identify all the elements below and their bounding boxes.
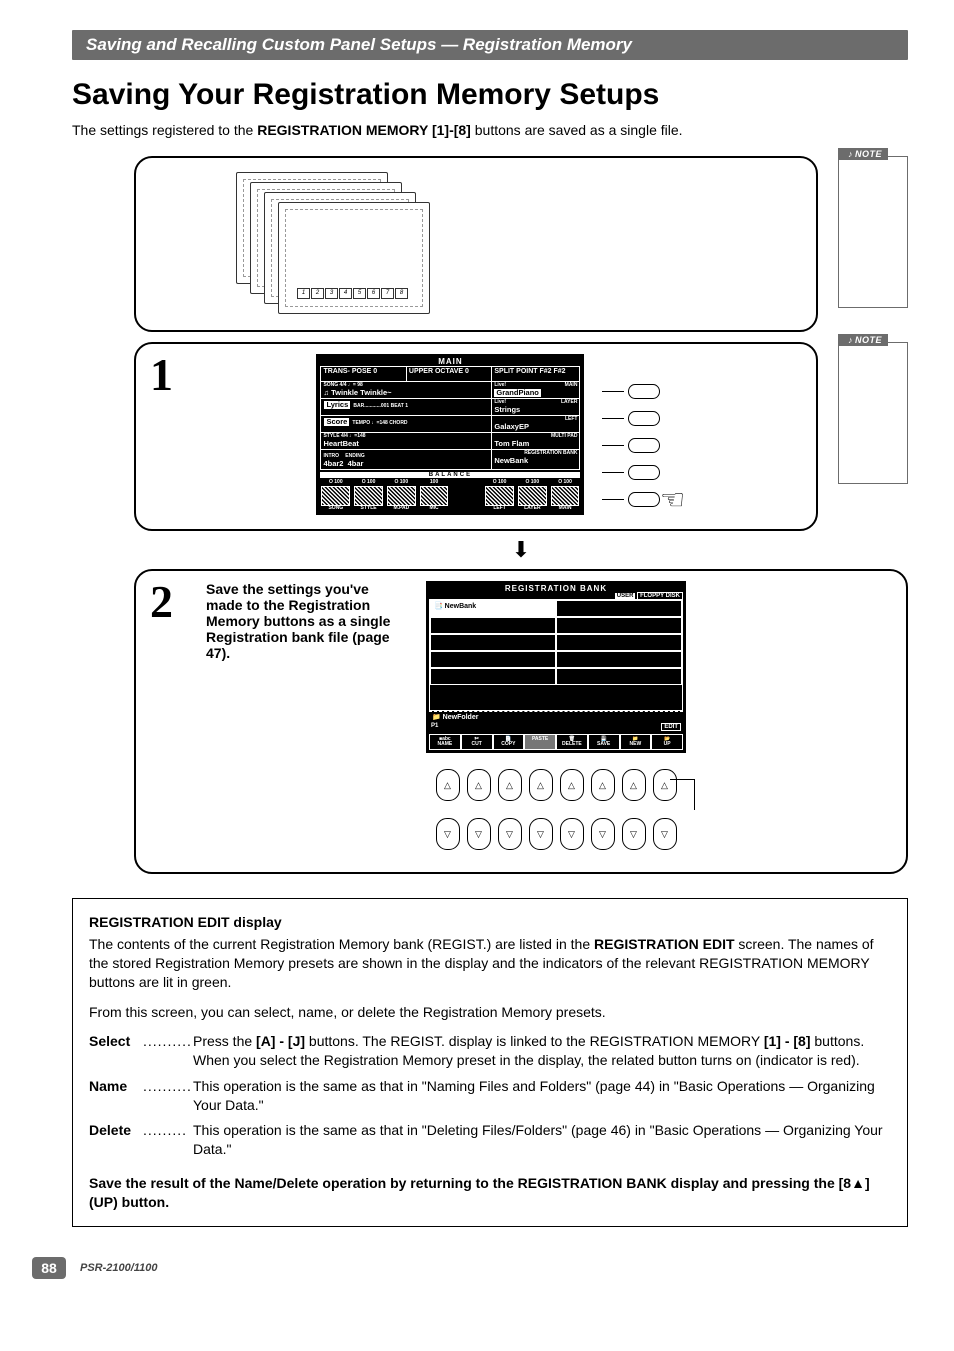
tool-save[interactable]: 💾SAVE	[588, 734, 620, 750]
lcd-title: MAIN	[320, 358, 580, 366]
def-delete: Delete ......... This operation is the s…	[89, 1121, 891, 1160]
edit-tag: EDIT	[661, 723, 681, 731]
lcd-split: SPLIT POINT F#2 F#2	[492, 367, 580, 382]
info-title: REGISTRATION EDIT display	[89, 913, 891, 932]
page-indicator: P1	[431, 723, 438, 731]
tool-delete[interactable]: 🗑DELETE	[556, 734, 588, 750]
def-name: Name .......... This operation is the sa…	[89, 1077, 891, 1116]
def-select: Select .......... Press the [A] - [J] bu…	[89, 1032, 891, 1071]
folder-newfolder[interactable]: 📁 NewFolder	[429, 711, 683, 722]
ud-1-up[interactable]: △	[436, 769, 460, 801]
ud-3-down[interactable]: ▽	[498, 818, 522, 850]
info-para1: The contents of the current Registration…	[89, 935, 891, 993]
ud-5-down[interactable]: ▽	[560, 818, 584, 850]
step-2-box: 2 Save the settings you've made to the R…	[134, 569, 908, 874]
num-2: 2	[311, 288, 324, 299]
regbank-file-list: 📑 NewBank	[429, 599, 683, 711]
tool-cut[interactable]: ✄CUT	[461, 734, 493, 750]
note-tab-2: NOTE	[838, 334, 888, 346]
tool-new[interactable]: 📁NEW	[620, 734, 652, 750]
num-4: 4	[339, 288, 352, 299]
lcd-main-voice: Live!MAIN GrandPiano	[492, 382, 580, 399]
down-arrow-icon: ⬇	[134, 537, 908, 563]
regbank-toolbar: ■abcNAME ✄CUT 📄COPY PASTE 🗑DELETE 💾SAVE …	[429, 734, 683, 750]
step-2-number: 2	[150, 575, 173, 628]
ud-7-up[interactable]: △	[622, 769, 646, 801]
hand-pointer-icon: ☞	[660, 483, 685, 516]
bottom-ud-buttons: △▽ △▽ △▽ △▽ △▽ △▽ △▽ △▽	[426, 769, 686, 850]
ud-5-up[interactable]: △	[560, 769, 584, 801]
lcd-multipad: MULTI PAD Tom Flam	[492, 433, 580, 450]
lcd-score-row: Score TEMPO ♩=148 CHORD	[321, 416, 492, 433]
ud-6-down[interactable]: ▽	[591, 818, 615, 850]
lcd-style: STYLE 4/4 ♩=148 HeartBeat	[321, 433, 492, 450]
step-2-text: Save the settings you've made to the Reg…	[150, 581, 396, 850]
file-stack-diagram: 1 2 3 4 5 6 7 8	[134, 156, 818, 332]
info-save-note: Save the result of the Name/Delete opera…	[89, 1174, 891, 1213]
intro-pre: The settings registered to the	[72, 122, 257, 138]
info-para2: From this screen, you can select, name, …	[89, 1003, 891, 1022]
ud-2-down[interactable]: ▽	[467, 818, 491, 850]
ud-4-down[interactable]: ▽	[529, 818, 553, 850]
intro-text: The settings registered to the REGISTRAT…	[72, 122, 908, 138]
lcd-layer-voice: Live!LAYER Strings	[492, 399, 580, 416]
side-button-j[interactable]	[628, 492, 660, 507]
side-button-h[interactable]	[628, 438, 660, 453]
note-box-2: NOTE	[838, 342, 908, 484]
num-6: 6	[367, 288, 380, 299]
file-newbank[interactable]: 📑 NewBank	[430, 600, 556, 617]
ud-1-down[interactable]: ▽	[436, 818, 460, 850]
step-1-number: 1	[150, 348, 173, 401]
note-box-1: NOTE	[838, 156, 908, 308]
ud-7-down[interactable]: ▽	[622, 818, 646, 850]
numstrip: 1 2 3 4 5 6 7 8	[297, 288, 408, 299]
tab-floppy[interactable]: FLOPPY DISK	[637, 592, 683, 600]
section-header: Saving and Recalling Custom Panel Setups…	[72, 30, 908, 60]
side-button-g[interactable]	[628, 411, 660, 426]
num-3: 3	[325, 288, 338, 299]
lcd-balance-sliders: O 100SONG O 100STYLE O 100M.PAD 100MIC O…	[320, 478, 580, 512]
main-lcd-screen: MAIN TRANS- POSE 0 UPPER OCTAVE 0 SPLIT …	[316, 354, 584, 515]
regbank-lcd: REGISTRATION BANK USER FLOPPY DISK 📑 New…	[426, 581, 686, 753]
model-label: PSR-2100/1100	[80, 1262, 157, 1274]
tool-paste[interactable]: PASTE	[524, 734, 556, 750]
intro-bold: REGISTRATION MEMORY [1]-[8]	[257, 122, 471, 138]
side-button-i[interactable]	[628, 465, 660, 480]
page-title: Saving Your Registration Memory Setups	[72, 78, 908, 112]
lcd-lyrics-row: Lyrics BAR............001 BEAT 1	[321, 399, 492, 416]
side-button-f[interactable]	[628, 384, 660, 399]
tab-user[interactable]: USER	[615, 593, 636, 599]
lcd-transpose: TRANS- POSE 0	[321, 367, 406, 382]
lead-line	[670, 779, 695, 810]
lcd-song: SONG 4/4 ♩= 98 ♫ Twinkle Twinkle~	[321, 382, 492, 399]
num-7: 7	[381, 288, 394, 299]
num-1: 1	[297, 288, 310, 299]
lcd-regbank: REGISTRATION BANK NewBank	[492, 450, 580, 469]
lcd-octave: UPPER OCTAVE 0	[406, 367, 491, 382]
ud-4-up[interactable]: △	[529, 769, 553, 801]
lcd-left-voice: LEFT GalaxyEP	[492, 416, 580, 433]
lcd-intro-ending: INTRO ENDING 4bar2 4bar	[321, 450, 492, 469]
tool-name[interactable]: ■abcNAME	[429, 734, 461, 750]
step-1-box: 1 MAIN TRANS- POSE 0 UPPER OCTAVE 0 SPLI…	[134, 342, 818, 531]
registration-edit-info: REGISTRATION EDIT display The contents o…	[72, 898, 908, 1227]
num-5: 5	[353, 288, 366, 299]
page-number: 88	[32, 1257, 66, 1279]
intro-post: buttons are saved as a single file.	[471, 122, 683, 138]
page-footer: 88 PSR-2100/1100	[32, 1257, 908, 1279]
num-8: 8	[395, 288, 408, 299]
ud-6-up[interactable]: △	[591, 769, 615, 801]
note-tab: NOTE	[838, 148, 888, 160]
ud-2-up[interactable]: △	[467, 769, 491, 801]
ud-3-up[interactable]: △	[498, 769, 522, 801]
side-buttons: ☞	[602, 354, 685, 515]
tool-copy[interactable]: 📄COPY	[493, 734, 525, 750]
ud-8-down[interactable]: ▽	[653, 818, 677, 850]
tool-up[interactable]: 📂UP	[651, 734, 683, 750]
